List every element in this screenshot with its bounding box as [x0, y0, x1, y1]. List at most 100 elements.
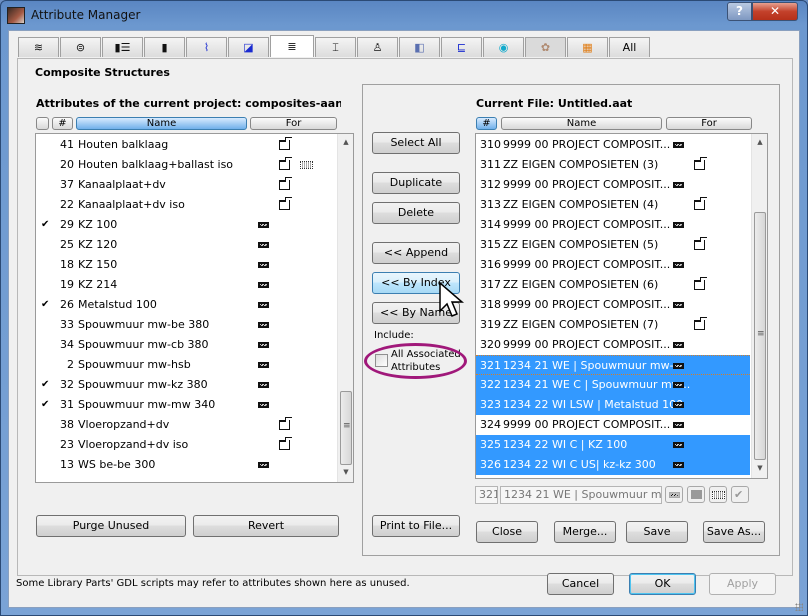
select-all-button[interactable]: Select All	[372, 132, 460, 154]
tab-pens-colors[interactable]: ▮☰	[102, 37, 143, 57]
list-item[interactable]: 317 ZZ EIGEN COMPOSIETEN (6)	[476, 275, 750, 295]
globe-icon: ◉	[498, 41, 509, 54]
for-shell-toggle[interactable]: ✔	[731, 486, 749, 503]
list-item[interactable]: ✔ 29 KZ 100	[36, 215, 353, 235]
roof-icon	[712, 491, 725, 499]
list-item[interactable]: 323 1234 22 WI LSW | Metalstud 100	[476, 395, 750, 415]
merge-button[interactable]: Merge...	[554, 521, 616, 543]
print-to-file-button[interactable]: Print to File...	[372, 515, 460, 537]
attribute-index: 2	[67, 358, 74, 371]
list-item[interactable]: 321 1234 21 WE | Spouwmuur mw-...	[476, 355, 750, 375]
list-item[interactable]: 322 1234 21 WE C | Spouwmuur mw...	[476, 375, 750, 395]
tab-composites[interactable]: ≣	[270, 35, 314, 57]
scroll-up-arrow-icon[interactable]: ▲	[752, 138, 767, 146]
list-item[interactable]: 311 ZZ EIGEN COMPOSIETEN (3)	[476, 155, 750, 175]
project-attributes-list[interactable]: ▲ ▼ 41Houten balklaag20Houten balklaag+b…	[35, 133, 354, 483]
list-item[interactable]: 41 Houten balklaag	[36, 135, 353, 155]
list-item[interactable]: 310 9999 00 PROJECT COMPOSIT...	[476, 135, 750, 155]
tab-layer-combinations[interactable]: ⊜	[60, 37, 101, 57]
list-item[interactable]: ✔ 26 Metalstud 100	[36, 295, 353, 315]
tab-profiles[interactable]: ⌶	[315, 37, 356, 57]
cancel-button[interactable]: Cancel	[547, 573, 614, 595]
ok-button[interactable]: OK	[629, 573, 696, 595]
list-item[interactable]: 23 Vloeropzand+dv iso	[36, 435, 353, 455]
tab-zone-categories[interactable]: ⊑	[441, 37, 482, 57]
attribute-index: 311	[480, 158, 501, 171]
duplicate-button[interactable]: Duplicate	[372, 172, 460, 194]
tab-materials[interactable]: ◧	[399, 37, 440, 57]
close-file-button[interactable]: Close	[476, 521, 538, 543]
layers-icon: ≋	[33, 41, 44, 54]
purge-unused-button[interactable]: Purge Unused	[36, 515, 186, 537]
append-button[interactable]: << Append	[372, 242, 460, 264]
for-slab-toggle[interactable]	[687, 486, 705, 503]
list-item[interactable]: 2 Spouwmuur mw-hsb	[36, 355, 353, 375]
attribute-name-field[interactable]: 1234 21 WE | Spouwmuur mw-mw	[500, 486, 662, 504]
right-scroll-thumb[interactable]	[754, 212, 766, 460]
list-item[interactable]: 13 WS be-be 300	[36, 455, 353, 475]
tab-cities[interactable]: ◉	[483, 37, 524, 57]
for-roof-toggle[interactable]	[709, 486, 727, 503]
attribute-name: 1234 21 WE | Spouwmuur mw-...	[503, 359, 685, 372]
list-item[interactable]: 312 9999 00 PROJECT COMPOSIT...	[476, 175, 750, 195]
tab-layers[interactable]: ≋	[18, 37, 59, 57]
attribute-name: 1234 22 WI C US| kz-kz 300	[503, 458, 656, 471]
attribute-index-field[interactable]: 321	[475, 486, 498, 504]
list-item[interactable]: 318 9999 00 PROJECT COMPOSIT...	[476, 295, 750, 315]
list-item[interactable]: 314 9999 00 PROJECT COMPOSIT...	[476, 215, 750, 235]
list-item[interactable]: 25 KZ 120	[36, 235, 353, 255]
list-item[interactable]: 18 KZ 150	[36, 255, 353, 275]
fill-patterns-icon: ◪	[243, 41, 254, 54]
list-item[interactable]: 22 Kanaalplaat+dv iso	[36, 195, 353, 215]
list-item[interactable]: ✔ 32 Spouwmuur mw-kz 380	[36, 375, 353, 395]
scroll-down-arrow-icon[interactable]: ▼	[752, 464, 767, 472]
save-as-button[interactable]: Save As...	[703, 521, 765, 543]
archicad-app-icon	[7, 7, 25, 24]
left-check-column-header[interactable]	[36, 117, 49, 130]
left-num-column-header[interactable]: #	[52, 117, 73, 130]
list-item[interactable]: 326 1234 22 WI C US| kz-kz 300	[476, 455, 750, 475]
list-item[interactable]: 38 Vloeropzand+dv	[36, 415, 353, 435]
help-button[interactable]: ?	[727, 2, 752, 21]
list-item[interactable]: 33 Spouwmuur mw-be 380	[36, 315, 353, 335]
list-item[interactable]: 319 ZZ EIGEN COMPOSIETEN (7)	[476, 315, 750, 335]
left-for-column-header[interactable]: For	[250, 117, 337, 130]
tab-mep[interactable]: ✿	[525, 37, 566, 57]
delete-button[interactable]: Delete	[372, 202, 460, 224]
attribute-name: 9999 00 PROJECT COMPOSIT...	[503, 138, 671, 151]
list-item[interactable]: 37 Kanaalplaat+dv	[36, 175, 353, 195]
list-item[interactable]: ✔ 31 Spouwmuur mw-mw 340	[36, 395, 353, 415]
wall-composite-icon	[258, 282, 269, 288]
tab-operation-profiles[interactable]: ▦	[567, 37, 608, 57]
list-item[interactable]: 34 Spouwmuur mw-cb 380	[36, 335, 353, 355]
tab-fill-types[interactable]: ⌇	[186, 37, 227, 57]
wall-composite-icon	[673, 262, 684, 268]
revert-button[interactable]: Revert	[193, 515, 339, 537]
composites-icon: ≣	[287, 40, 297, 53]
right-list-scrollbar[interactable]: ▲ ▼	[751, 134, 767, 478]
left-name-column-header[interactable]: Name	[76, 117, 247, 130]
tab-fill-patterns[interactable]: ◪	[228, 37, 269, 57]
attribute-name: 9999 00 PROJECT COMPOSIT...	[503, 218, 671, 231]
right-name-column-header[interactable]: Name	[501, 117, 662, 130]
apply-button[interactable]: Apply	[709, 573, 776, 595]
close-window-button[interactable]: ✕	[752, 2, 798, 21]
right-for-column-header[interactable]: For	[666, 117, 752, 130]
tab-all[interactable]: All	[609, 37, 650, 57]
right-num-column-header[interactable]: #	[476, 117, 497, 130]
list-item[interactable]: 19 KZ 214	[36, 275, 353, 295]
list-item[interactable]: 325 1234 22 WI C | KZ 100	[476, 435, 750, 455]
list-item[interactable]: 313 ZZ EIGEN COMPOSIETEN (4)	[476, 195, 750, 215]
list-item[interactable]: 324 9999 00 PROJECT COMPOSIT...	[476, 415, 750, 435]
save-file-button[interactable]: Save	[626, 521, 688, 543]
list-item[interactable]: 315 ZZ EIGEN COMPOSIETEN (5)	[476, 235, 750, 255]
tab-surfaces[interactable]: ♙	[357, 37, 398, 57]
list-item[interactable]: 20 Houten balklaag+ballast iso	[36, 155, 353, 175]
list-item[interactable]: 316 9999 00 PROJECT COMPOSIT...	[476, 255, 750, 275]
list-item[interactable]: 320 9999 00 PROJECT COMPOSIT...	[476, 335, 750, 355]
attribute-name: WS be-be 300	[78, 458, 156, 471]
for-wall-toggle[interactable]	[665, 486, 683, 503]
tab-line-types[interactable]: ▮	[144, 37, 185, 57]
current-file-attributes-list[interactable]: ▲ ▼ 3109999 00 PROJECT COMPOSIT...311ZZ …	[475, 133, 768, 479]
resize-grip[interactable]	[795, 603, 803, 611]
